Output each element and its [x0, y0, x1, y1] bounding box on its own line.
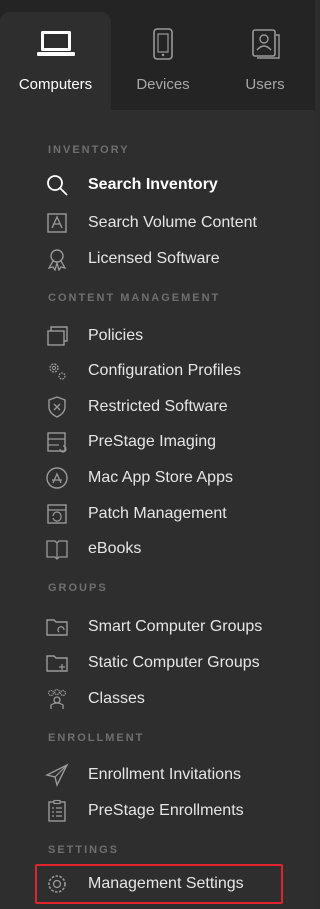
tab-label: Users: [245, 76, 285, 93]
sidebar-item-prestage-enrollments[interactable]: PreStage Enrollments: [44, 796, 294, 826]
sidebar-item-label: Static Computer Groups: [88, 654, 260, 671]
sidebar-item-label: eBooks: [88, 540, 142, 557]
policies-icon: [44, 323, 70, 349]
sidebar-item-management-settings[interactable]: Management Settings: [44, 869, 294, 899]
sidebar-item-label: PreStage Imaging: [88, 433, 217, 450]
prestage-imaging-icon: [44, 429, 70, 455]
sidebar-item-static-computer-groups[interactable]: Static Computer Groups: [44, 648, 294, 678]
app-store-icon: [44, 465, 70, 491]
gear-icon: [44, 871, 70, 897]
shield-x-icon: [44, 394, 70, 420]
volume-content-icon: [44, 210, 70, 236]
patch-management-icon: [44, 501, 70, 527]
search-icon: [44, 172, 70, 198]
sidebar-item-prestage-imaging[interactable]: PreStage Imaging: [44, 427, 294, 457]
static-folder-icon: [44, 650, 70, 676]
tab-label: Devices: [136, 76, 190, 93]
gears-icon: [44, 358, 70, 384]
sidebar-item-label: Management Settings: [88, 875, 244, 892]
sidebar-item-patch-management[interactable]: Patch Management: [44, 499, 294, 529]
paper-plane-icon: [44, 762, 70, 788]
tab-label: Computers: [18, 76, 93, 93]
sidebar-item-search-inventory[interactable]: Search Inventory: [44, 170, 294, 200]
tab-users[interactable]: Users: [215, 12, 315, 110]
sidebar-item-mac-app-store-apps[interactable]: Mac App Store Apps: [44, 463, 294, 493]
section-header-inventory: INVENTORY: [48, 144, 130, 156]
sidebar-item-label: Search Volume Content: [88, 214, 257, 231]
sidebar-item-label: Mac App Store Apps: [88, 469, 233, 486]
sidebar-item-search-volume-content[interactable]: Search Volume Content: [44, 208, 294, 238]
sidebar-item-licensed-software[interactable]: Licensed Software: [44, 244, 294, 274]
tab-devices[interactable]: Devices: [115, 12, 211, 110]
laptop-icon: [35, 26, 77, 62]
sidebar-item-label: Restricted Software: [88, 398, 228, 415]
sidebar-item-ebooks[interactable]: eBooks: [44, 534, 294, 564]
sidebar-item-policies[interactable]: Policies: [44, 321, 294, 351]
sidebar-item-configuration-profiles[interactable]: Configuration Profiles: [44, 356, 294, 386]
section-header-groups: GROUPS: [48, 582, 108, 594]
sidebar-item-smart-computer-groups[interactable]: Smart Computer Groups: [44, 612, 294, 642]
sidebar-item-label: Licensed Software: [88, 250, 220, 267]
classes-icon: [44, 686, 70, 712]
sidebar-item-enrollment-invitations[interactable]: Enrollment Invitations: [44, 760, 294, 790]
sidebar: Computers Devices Users INVENTORY Search…: [0, 0, 315, 909]
user-contact-icon: [248, 26, 282, 62]
sidebar-item-classes[interactable]: Classes: [44, 684, 294, 714]
tab-computers[interactable]: Computers: [0, 12, 111, 110]
sidebar-item-label: Patch Management: [88, 505, 227, 522]
sidebar-item-label: Policies: [88, 327, 144, 344]
sidebar-item-label: Configuration Profiles: [88, 362, 241, 379]
sidebar-item-label: Search Inventory: [88, 176, 218, 193]
section-header-content-management: CONTENT MANAGEMENT: [48, 292, 221, 304]
smart-folder-icon: [44, 614, 70, 640]
section-header-settings: SETTINGS: [48, 844, 120, 856]
section-header-enrollment: ENROLLMENT: [48, 732, 145, 744]
mobile-device-icon: [148, 26, 178, 62]
sidebar-item-restricted-software[interactable]: Restricted Software: [44, 392, 294, 422]
award-ribbon-icon: [44, 246, 70, 272]
book-icon: [44, 536, 70, 562]
sidebar-item-label: Enrollment Invitations: [88, 766, 241, 783]
sidebar-item-label: Classes: [88, 690, 145, 707]
sidebar-item-label: Smart Computer Groups: [88, 618, 263, 635]
sidebar-item-label: PreStage Enrollments: [88, 802, 244, 819]
checklist-icon: [44, 798, 70, 824]
